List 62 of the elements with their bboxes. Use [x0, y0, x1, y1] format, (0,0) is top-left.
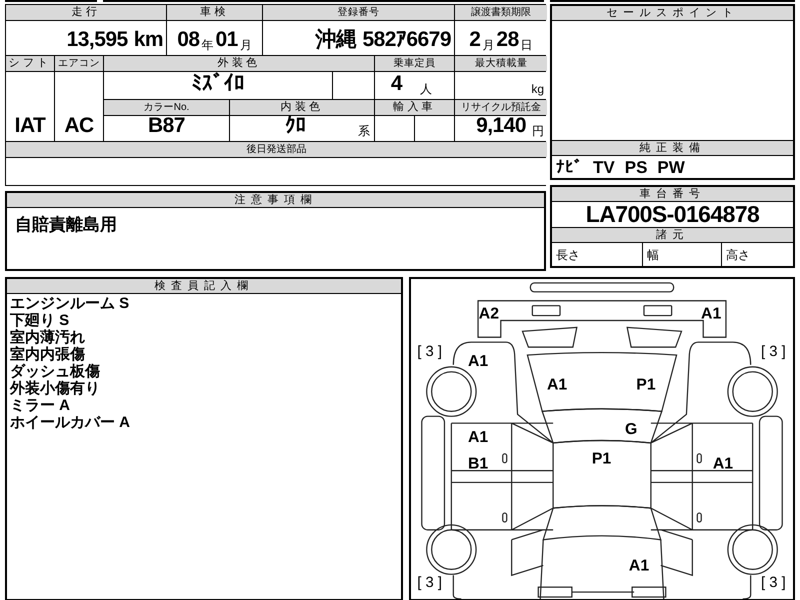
column-header: 走行	[6, 5, 166, 20]
inspector-note: 室内薄汚れ	[10, 329, 85, 346]
section-header: セールスポイント	[552, 6, 793, 21]
column-header: シフト	[6, 56, 54, 71]
inspector-note: エンジンルーム S	[10, 295, 130, 312]
column-header: 乗車定員	[375, 56, 454, 71]
field-value: 4 人	[375, 72, 454, 99]
inspector-note: 室内内張傷	[10, 346, 85, 363]
section-header: 検査員記入欄	[7, 279, 401, 294]
column-header: 譲渡書類期限	[455, 5, 547, 20]
equipment-item: TV	[593, 158, 615, 176]
section-header: 純正装備	[552, 140, 793, 156]
column-header: 後日発送部品	[6, 142, 547, 157]
damage-code: A1	[701, 306, 722, 322]
field-value: kg	[455, 72, 547, 99]
section-header: 諸元	[552, 227, 793, 243]
field-value: IAT	[6, 72, 54, 141]
damage-code: A1	[628, 557, 650, 574]
column-header: 内装色	[230, 100, 374, 115]
inspector-note: ダッシュ板傷	[10, 363, 100, 380]
tire-tread-rating: [ 3 ]	[761, 575, 786, 592]
damage-code: P1	[592, 450, 612, 468]
spec-label: 幅	[642, 243, 721, 266]
inspector-note: 外装小傷有り	[10, 380, 100, 397]
section-header: 車台番号	[552, 187, 793, 202]
damage-code: P1	[636, 376, 656, 394]
section-header: 注意事項欄	[7, 193, 544, 208]
field-value: ﾐｽﾞｲﾛ	[104, 72, 332, 99]
column-header: 車検	[167, 5, 262, 20]
damage-code: A1	[546, 376, 568, 394]
spec-label: 長さ	[555, 246, 581, 264]
spec-label: 高さ	[721, 243, 793, 266]
field-value: 沖縄 582ｱ6679	[263, 21, 454, 55]
column-header: エアコン	[55, 56, 103, 71]
field-value: B87	[104, 116, 229, 141]
column-header: リサイクル預託金	[455, 100, 547, 115]
equipment-item: PS	[624, 158, 648, 176]
inspector-note: 下廻り S	[10, 312, 70, 329]
notes-text: 自賠責離島用	[14, 214, 118, 236]
column-header: カラーNo.	[104, 100, 229, 115]
column-header: 輸入車	[375, 100, 454, 115]
damage-code: A1	[712, 456, 734, 473]
field-value: 9,140 円	[455, 116, 547, 141]
inspector-note: ホイールカバー A	[10, 414, 130, 431]
equipment-item: ﾅﾋﾞ	[556, 158, 583, 176]
damage-code: A1	[468, 428, 488, 446]
column-header: 登録番号	[263, 5, 454, 20]
field-value: AC	[55, 72, 103, 141]
damage-code: A1	[468, 352, 488, 370]
field-value: 13,595 km	[6, 21, 166, 55]
damage-code: B1	[468, 456, 488, 473]
equipment-item: PW	[657, 158, 685, 176]
column-header: 外装色	[104, 56, 374, 71]
inspector-note: ミラー A	[10, 397, 70, 414]
damage-code: A2	[478, 306, 500, 322]
tire-tread-rating: [ 3 ]	[761, 344, 786, 360]
field-value: ｸﾛ 系	[230, 116, 374, 141]
tire-tread-rating: [ 3 ]	[417, 344, 442, 360]
tire-tread-rating: [ 3 ]	[417, 575, 442, 592]
chassis-number: LA700S-0164878	[584, 202, 760, 227]
damage-code: G	[624, 421, 638, 438]
column-header: 最大積載量	[455, 56, 547, 71]
